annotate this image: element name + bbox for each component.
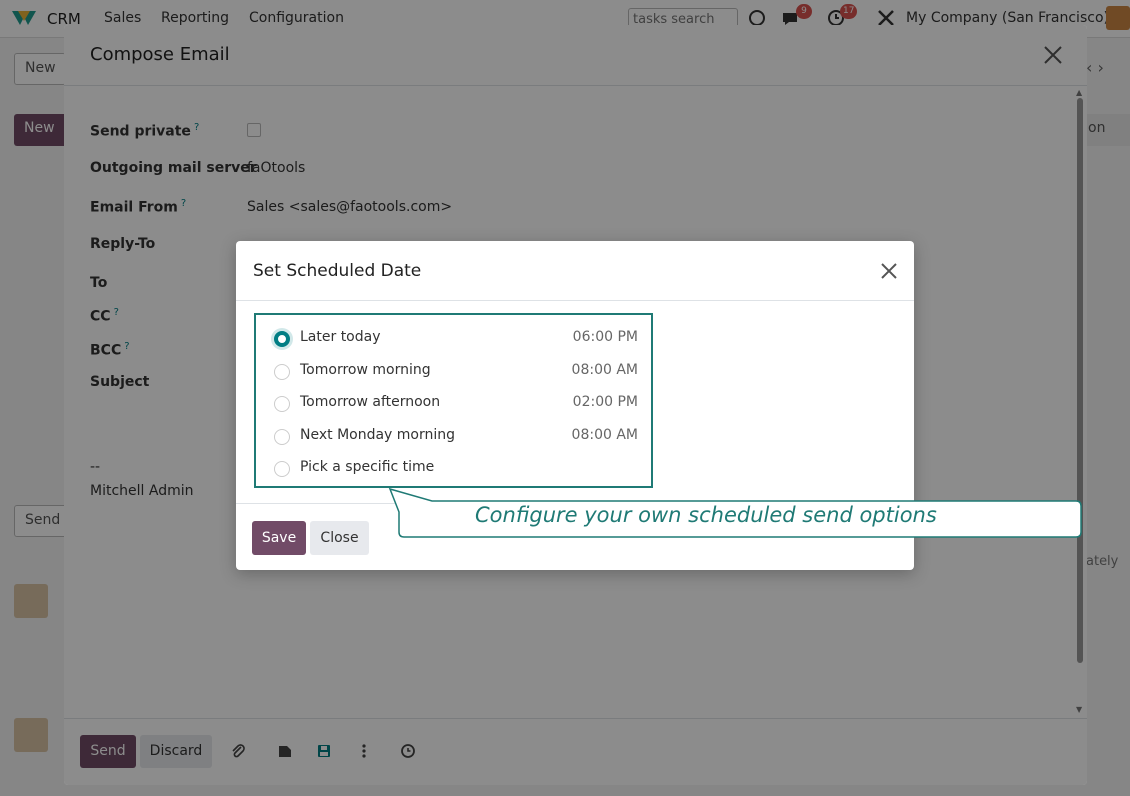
option-tomorrow-morning[interactable]: Tomorrow morning 08:00 AM [272, 361, 638, 383]
option-time: 02:00 PM [572, 394, 638, 410]
callout-text: Configure your own scheduled send option… [475, 503, 937, 527]
radio-button[interactable] [274, 461, 290, 477]
sched-title: Set Scheduled Date [253, 261, 422, 281]
annotation-callout: Configure your own scheduled send option… [388, 488, 1084, 540]
close-button[interactable]: Close [310, 521, 369, 555]
option-next-monday-morning[interactable]: Next Monday morning 08:00 AM [272, 426, 638, 448]
option-label: Next Monday morning [300, 427, 456, 443]
sched-header: Set Scheduled Date [236, 241, 914, 301]
option-pick-specific-time[interactable]: Pick a specific time [272, 458, 638, 480]
radio-button[interactable] [274, 364, 290, 380]
option-time: 08:00 AM [571, 427, 638, 443]
option-time: 06:00 PM [572, 329, 638, 345]
save-button[interactable]: Save [252, 521, 306, 555]
radio-button[interactable] [274, 331, 290, 347]
radio-button[interactable] [274, 429, 290, 445]
option-time: 08:00 AM [571, 362, 638, 378]
schedule-options-group: Later today 06:00 PM Tomorrow morning 08… [254, 313, 653, 488]
option-label: Pick a specific time [300, 459, 435, 475]
option-label: Tomorrow afternoon [300, 394, 441, 410]
option-tomorrow-afternoon[interactable]: Tomorrow afternoon 02:00 PM [272, 393, 638, 415]
close-icon[interactable] [879, 261, 899, 281]
option-later-today[interactable]: Later today 06:00 PM [272, 328, 638, 350]
radio-button[interactable] [274, 396, 290, 412]
option-label: Later today [300, 329, 381, 345]
option-label: Tomorrow morning [300, 362, 431, 378]
